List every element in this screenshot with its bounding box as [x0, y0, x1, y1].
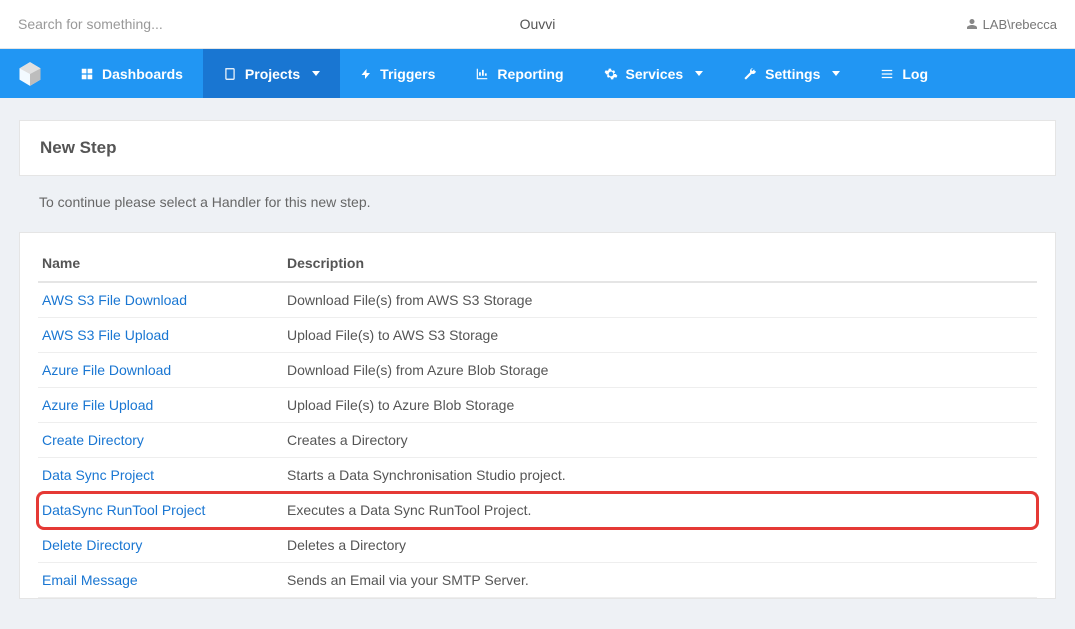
- handler-description: Creates a Directory: [283, 423, 1037, 458]
- handler-description: Download File(s) from AWS S3 Storage: [283, 282, 1037, 318]
- user-label: LAB\rebecca: [983, 17, 1057, 32]
- handler-link[interactable]: Azure File Download: [42, 362, 171, 378]
- table-row: Azure File Download Download File(s) from…: [38, 353, 1037, 388]
- col-header-name: Name: [38, 245, 283, 282]
- handler-description: Executes a Data Sync RunTool Project.: [283, 493, 1037, 528]
- table-row: AWS S3 File Download Download File(s) fro…: [38, 282, 1037, 318]
- nav-projects[interactable]: Projects: [203, 49, 340, 98]
- title-panel: New Step: [19, 120, 1056, 176]
- col-header-description: Description: [283, 245, 1037, 282]
- handler-description: Download File(s) from Azure Blob Storage: [283, 353, 1037, 388]
- nav-triggers[interactable]: Triggers: [340, 49, 455, 98]
- nav-log[interactable]: Log: [860, 49, 948, 98]
- app-title: Ouvvi: [520, 16, 556, 32]
- handler-description: Sends an Email via your SMTP Server.: [283, 563, 1037, 598]
- nav-settings[interactable]: Settings: [723, 49, 860, 98]
- wrench-icon: [743, 67, 757, 81]
- nav-label: Services: [626, 66, 684, 82]
- book-icon: [223, 67, 237, 81]
- top-bar: Ouvvi LAB\rebecca: [0, 0, 1075, 49]
- grid-icon: [80, 67, 94, 81]
- instruction-text: To continue please select a Handler for …: [19, 194, 1056, 210]
- handler-link[interactable]: Create Directory: [42, 432, 144, 448]
- handler-link[interactable]: Data Sync Project: [42, 467, 154, 483]
- nav-bar: Dashboards Projects Triggers Reporting S…: [0, 49, 1075, 98]
- list-icon: [880, 67, 894, 81]
- nav-label: Triggers: [380, 66, 435, 82]
- page-title: New Step: [40, 138, 1035, 158]
- handler-link[interactable]: DataSync RunTool Project: [42, 502, 205, 518]
- table-row: Delete Directory Deletes a Directory: [38, 528, 1037, 563]
- user-menu[interactable]: LAB\rebecca: [966, 17, 1057, 32]
- table-row: Data Sync Project Starts a Data Synchroni…: [38, 458, 1037, 493]
- chart-icon: [475, 67, 489, 81]
- page-content: New Step To continue please select a Han…: [0, 98, 1075, 629]
- handler-link[interactable]: Email Message: [42, 572, 138, 588]
- nav-label: Dashboards: [102, 66, 183, 82]
- handler-description: Deletes a Directory: [283, 528, 1037, 563]
- nav-label: Settings: [765, 66, 820, 82]
- handlers-table: Name Description AWS S3 File Download Dow…: [38, 245, 1037, 598]
- nav-reporting[interactable]: Reporting: [455, 49, 583, 98]
- handler-link[interactable]: Azure File Upload: [42, 397, 153, 413]
- nav-dashboards[interactable]: Dashboards: [60, 49, 203, 98]
- handler-link[interactable]: AWS S3 File Download: [42, 292, 187, 308]
- handler-link[interactable]: Delete Directory: [42, 537, 142, 553]
- nav-label: Reporting: [497, 66, 563, 82]
- bolt-icon: [360, 67, 372, 81]
- nav-label: Log: [902, 66, 928, 82]
- nav-services[interactable]: Services: [584, 49, 724, 98]
- handlers-panel: Name Description AWS S3 File Download Dow…: [19, 232, 1056, 599]
- handler-link[interactable]: AWS S3 File Upload: [42, 327, 169, 343]
- search-input[interactable]: [18, 16, 318, 32]
- handler-description: Upload File(s) to AWS S3 Storage: [283, 318, 1037, 353]
- handler-description: Starts a Data Synchronisation Studio pro…: [283, 458, 1037, 493]
- nav-label: Projects: [245, 66, 300, 82]
- app-logo[interactable]: [0, 49, 60, 98]
- gears-icon: [604, 67, 618, 81]
- user-icon: [966, 18, 978, 30]
- table-row: DataSync RunTool Project Executes a Data …: [38, 493, 1037, 528]
- handler-description: Upload File(s) to Azure Blob Storage: [283, 388, 1037, 423]
- chevron-down-icon: [312, 71, 320, 76]
- table-row: Azure File Upload Upload File(s) to Azure…: [38, 388, 1037, 423]
- table-row: Email Message Sends an Email via your SMT…: [38, 563, 1037, 598]
- table-row: Create Directory Creates a Directory: [38, 423, 1037, 458]
- table-row: AWS S3 File Upload Upload File(s) to AWS …: [38, 318, 1037, 353]
- chevron-down-icon: [695, 71, 703, 76]
- chevron-down-icon: [832, 71, 840, 76]
